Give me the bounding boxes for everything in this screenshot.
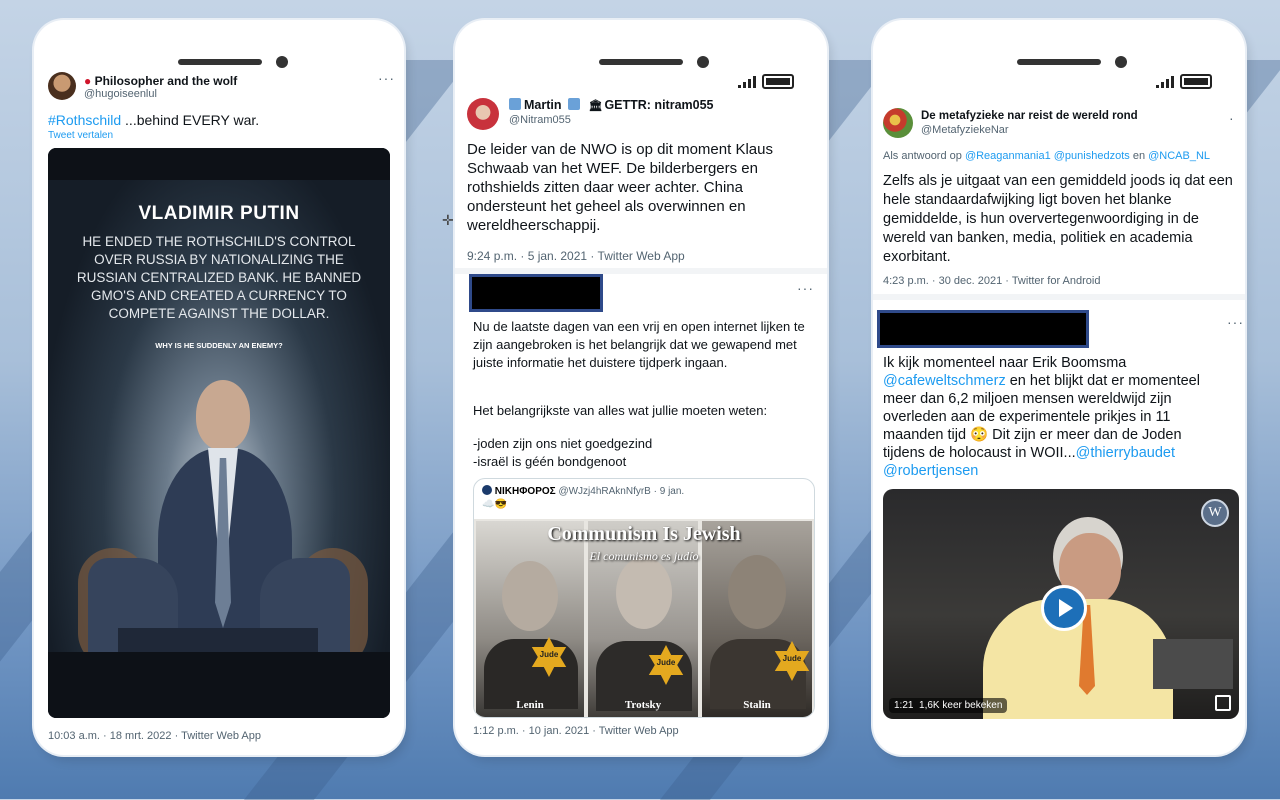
quote-image[interactable]: Communism Is Jewish El comunismo es judí… xyxy=(474,519,814,717)
redacted-account-name xyxy=(469,274,603,312)
reply-to-line: Als antwoord op @Reaganmania1 @punishedz… xyxy=(883,150,1210,162)
phone-camera xyxy=(276,56,288,68)
reply-last-link[interactable]: @NCAB_NL xyxy=(1148,150,1210,162)
tweet-divider xyxy=(873,294,1245,300)
account-handle[interactable]: @MetafyziekeNar xyxy=(921,124,1009,136)
battery-icon xyxy=(1180,74,1212,89)
tweet-text: Zelfs als je uitgaat van een gemiddeld j… xyxy=(883,173,1233,265)
reply-prefix: Als antwoord op xyxy=(883,150,965,162)
thierrybaudet-link[interactable]: @thierrybaudet xyxy=(1076,445,1175,461)
tweet-timestamp[interactable]: 10:03 a.m. · 18 mrt. 2022 · Twitter Web … xyxy=(48,730,261,742)
tweet2-paragraph-4: -israël is géén bondgenoot xyxy=(473,454,627,469)
translate-tweet-link[interactable]: Tweet vertalen xyxy=(48,130,113,141)
account-extra: GETTR: nitram055 xyxy=(604,98,714,112)
quote-account-name: ΝΙΚΗΦΟΡΟΣ xyxy=(494,486,556,497)
more-options-icon[interactable]: · xyxy=(1229,110,1235,126)
phone-3: De metafyzieke nar reist de wereld rond … xyxy=(873,20,1245,755)
tweet-timestamp[interactable]: 9:24 p.m. · 5 jan. 2021 · Twitter Web Ap… xyxy=(467,249,685,263)
tweet2-paragraph-2: Het belangrijkste van alles wat jullie m… xyxy=(473,403,768,418)
tweet2-text-a: Ik kijk momenteel naar Erik Boomsma xyxy=(883,355,1127,371)
battery-icon xyxy=(762,74,794,89)
avatar[interactable] xyxy=(467,98,499,130)
tweet-image[interactable]: VLADIMIR PUTIN HE ENDED THE ROTHSCHILD'S… xyxy=(48,148,390,718)
account-name-row[interactable]: ● Philosopher and the wolf xyxy=(84,74,237,88)
play-button-icon[interactable] xyxy=(1041,585,1087,631)
phone-2: Martin 🏛 GETTR: nitram055 @Nitram055 De l… xyxy=(455,20,827,755)
flag-icon xyxy=(509,98,521,110)
mouse-cursor-icon: ✛ xyxy=(442,212,454,228)
quote-emoji: ☁️😎 xyxy=(482,499,507,510)
person-figure xyxy=(48,148,390,718)
avatar[interactable] xyxy=(883,108,913,138)
phone-speaker xyxy=(599,59,683,65)
video-views: 1,6K keer bekeken xyxy=(919,700,1003,711)
reply-users-link[interactable]: @Reaganmania1 @punishedzots xyxy=(965,150,1130,162)
tweet-timestamp[interactable]: 4:23 p.m. · 30 dec. 2021 · Twitter for A… xyxy=(883,275,1100,287)
fullscreen-icon[interactable] xyxy=(1215,695,1231,711)
phone-1: ● Philosopher and the wolf @hugoiseenlul… xyxy=(34,20,404,755)
caption-lenin: Lenin xyxy=(516,699,544,711)
flag-icon xyxy=(567,98,580,110)
signal-icon xyxy=(1156,75,1174,88)
star-text: Jude xyxy=(539,650,559,659)
hashtag-link[interactable]: #Rothschild xyxy=(48,112,121,128)
tweet2-paragraph-1: Nu de laatste dagen van een vrij en open… xyxy=(473,319,805,370)
account-name-row[interactable]: Martin 🏛 GETTR: nitram055 xyxy=(509,98,714,112)
phone-camera xyxy=(697,56,709,68)
tweet-text: #Rothschild ...behind EVERY war. xyxy=(48,112,259,128)
quoted-tweet[interactable]: ΝΙΚΗΦΟΡΟΣ @WJzj4hRAknNfyrB · 9 jan. ☁️😎 … xyxy=(473,478,815,718)
status-bar xyxy=(738,74,794,89)
tweet-text: De leider van de NWO is op dit moment Kl… xyxy=(467,141,773,234)
more-options-icon[interactable]: ··· xyxy=(797,280,814,296)
rose-icon: ● xyxy=(84,74,92,88)
caption-stalin: Stalin xyxy=(743,699,771,711)
quote-avatar xyxy=(482,485,492,495)
account-handle[interactable]: @Nitram055 xyxy=(509,114,571,126)
account-handle[interactable]: @hugoiseenlul xyxy=(84,88,157,100)
avatar[interactable] xyxy=(48,72,76,100)
quoted-tweet-header: ΝΙΚΗΦΟΡΟΣ @WJzj4hRAknNfyrB · 9 jan. xyxy=(482,485,684,497)
video-info: 1:21 1,6K keer bekeken xyxy=(889,698,1008,713)
cafeweltschmerz-link[interactable]: @cafeweltschmerz xyxy=(883,373,1006,389)
tweet2-text: Ik kijk momenteel naar Erik Boomsma @caf… xyxy=(883,354,1225,480)
account-name: Martin xyxy=(524,98,562,112)
star-text: Jude xyxy=(782,654,802,663)
image-subtitle: El comunismo es judío xyxy=(589,549,699,563)
robertjensen-link[interactable]: @robertjensen xyxy=(883,463,978,479)
signal-icon xyxy=(738,75,756,88)
redacted-account-name xyxy=(877,310,1089,348)
image-title: Communism Is Jewish xyxy=(547,523,741,545)
columns-icon: 🏛 xyxy=(588,100,603,112)
more-options-icon[interactable]: ··· xyxy=(1227,314,1244,330)
tweet2-paragraph-3: -joden zijn ons niet goedgezind xyxy=(473,436,653,451)
video-duration: 1:21 xyxy=(894,700,914,711)
video-player[interactable]: W 1:21 1,6K keer bekeken xyxy=(883,489,1239,719)
caption-trotsky: Trotsky xyxy=(624,699,662,711)
more-options-icon[interactable]: ··· xyxy=(378,70,395,86)
status-bar xyxy=(1156,74,1212,89)
star-text: Jude xyxy=(656,658,676,667)
account-name: Philosopher and the wolf xyxy=(94,74,238,88)
tweet2-timestamp[interactable]: 1:12 p.m. · 10 jan. 2021 · Twitter Web A… xyxy=(473,725,679,737)
quote-account-handle: @WJzj4hRAknNfyrB · 9 jan. xyxy=(558,486,685,497)
phone-camera xyxy=(1115,56,1127,68)
phone-speaker xyxy=(1017,59,1101,65)
reply-and: en xyxy=(1129,150,1149,162)
channel-logo-icon: W xyxy=(1201,499,1229,527)
tweet-text-rest: ...behind EVERY war. xyxy=(121,112,260,128)
account-name[interactable]: De metafyzieke nar reist de wereld rond xyxy=(921,110,1138,122)
phone-speaker xyxy=(178,59,262,65)
